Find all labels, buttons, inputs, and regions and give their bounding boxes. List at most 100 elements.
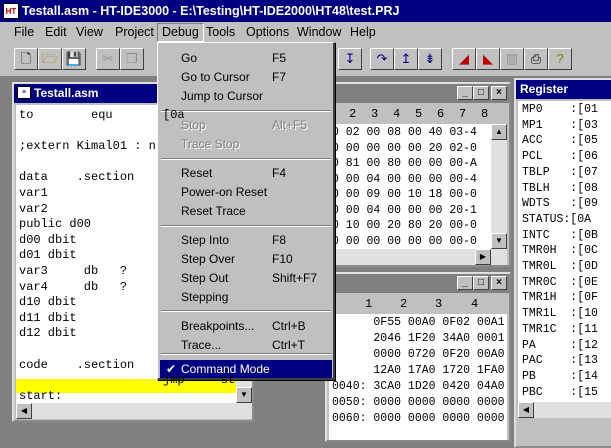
- menu-item-step-into[interactable]: Step Into F8: [160, 231, 332, 249]
- menu-item-reset-trace[interactable]: Reset Trace: [160, 202, 332, 220]
- source-line[interactable]: var2: [19, 202, 48, 216]
- trace-icon[interactable]: ▥: [500, 48, 524, 70]
- program-row[interactable]: 12A0 17A0 1720 1FA0: [332, 364, 504, 377]
- step-out-icon[interactable]: ↥: [394, 48, 418, 70]
- register-row[interactable]: WDTS :[09: [522, 197, 598, 210]
- copy-icon[interactable]: ❐: [120, 48, 144, 70]
- step-over-icon[interactable]: ↷: [370, 48, 394, 70]
- menu-item-go[interactable]: Go F5: [160, 49, 332, 67]
- ram-row[interactable]: 0 00 00 00 00 20 02-0: [332, 142, 477, 155]
- menu-item-go-to-cursor[interactable]: Go to Cursor F7: [160, 68, 332, 86]
- source-line[interactable]: d01 dbit: [19, 248, 77, 262]
- menu-item-jump-to-cursor[interactable]: Jump to Cursor: [160, 87, 332, 105]
- register-row[interactable]: TMR1L :[10: [522, 307, 598, 320]
- minimize-icon[interactable]: _: [457, 276, 473, 290]
- menu-item-trace[interactable]: Trace... Ctrl+T: [160, 336, 332, 354]
- menu-options[interactable]: Options: [246, 25, 289, 39]
- source-line[interactable]: d12 dbit: [19, 326, 77, 340]
- register-row[interactable]: MP1 :[03: [522, 119, 598, 132]
- program-row[interactable]: 0060: 0000 0000 0000 0000: [332, 412, 505, 425]
- source-line[interactable]: ;extern Kimal01 : n: [19, 139, 156, 153]
- print-icon[interactable]: ⎙: [524, 48, 548, 70]
- ram-row[interactable]: 0 81 00 80 00 00 00-A: [332, 157, 477, 170]
- source-line[interactable]: start:: [19, 389, 62, 403]
- source-line[interactable]: data .section: [19, 170, 134, 184]
- register-row[interactable]: TMR0C :[0E: [522, 276, 598, 289]
- menu-item-step-out[interactable]: Step Out Shift+F7: [160, 269, 332, 287]
- register-row[interactable]: TMR1H :[0F: [522, 291, 598, 304]
- scroll-down-icon[interactable]: ▼: [236, 387, 252, 403]
- register-row[interactable]: TMR1C :[11: [522, 323, 598, 336]
- register-row[interactable]: TMR0L :[0D: [522, 260, 598, 273]
- scroll-right-icon[interactable]: ▶: [475, 249, 491, 265]
- ram-row[interactable]: 0 02 00 08 00 40 03-4: [332, 126, 477, 139]
- register-row[interactable]: STATUS:[0A: [522, 213, 591, 226]
- source-line[interactable]: d00 dbit: [19, 233, 77, 247]
- menu-edit[interactable]: Edit: [45, 25, 67, 39]
- source-line[interactable]: d10 dbit: [19, 295, 77, 309]
- new-icon[interactable]: 🗋: [14, 48, 38, 70]
- register-row[interactable]: PA :[12: [522, 339, 598, 352]
- menu-debug[interactable]: Debug: [157, 23, 204, 42]
- register-row[interactable]: TMR0H :[0C: [522, 244, 598, 257]
- open-icon[interactable]: 🗁: [38, 48, 62, 70]
- scroll-down-icon[interactable]: ▼: [491, 233, 507, 249]
- menu-item-breakpoints[interactable]: Breakpoints... Ctrl+B: [160, 317, 332, 335]
- source-line[interactable]: var1: [19, 186, 48, 200]
- source-line[interactable]: code .section: [19, 358, 134, 372]
- menu-item-power-on-reset[interactable]: Power-on Reset: [160, 183, 332, 201]
- register-row[interactable]: PBC :[15: [522, 386, 598, 399]
- maximize-icon[interactable]: □: [473, 276, 489, 290]
- register-row[interactable]: PAC :[13: [522, 354, 598, 367]
- register-row[interactable]: PB :[14: [522, 370, 598, 383]
- menu-view[interactable]: View: [76, 25, 103, 39]
- breakpoint-clear-icon[interactable]: ◣: [476, 48, 500, 70]
- ram-horizontal-scrollbar[interactable]: ▶: [329, 249, 507, 265]
- maximize-icon[interactable]: □: [473, 86, 489, 100]
- ram-row[interactable]: 0 00 04 00 00 00 20-1: [332, 204, 477, 217]
- menu-item-stepping[interactable]: Stepping: [160, 288, 332, 306]
- register-row[interactable]: ACC :[05: [522, 134, 598, 147]
- register-row[interactable]: MP0 :[01: [522, 103, 598, 116]
- source-line[interactable]: to equ [0a: [19, 108, 185, 122]
- ram-vertical-scrollbar[interactable]: ▲ ▼: [491, 124, 507, 249]
- ram-row[interactable]: 0 00 04 00 00 00 00-4: [332, 173, 477, 186]
- register-list[interactable]: MP0 :[01 MP1 :[03 ACC :[05 PCL :[06 TBLP :[0…: [518, 101, 611, 416]
- program-data-grid[interactable]: 0F55 00A0 0F02 00A1 2046 1F20 34A0 0001 …: [329, 314, 507, 440]
- help-icon[interactable]: ?: [548, 48, 572, 70]
- menu-help[interactable]: Help: [350, 25, 376, 39]
- menu-item-reset[interactable]: Reset F4: [160, 164, 332, 182]
- program-row[interactable]: 0F55 00A0 0F02 00A1: [332, 316, 504, 329]
- close-icon[interactable]: ×: [491, 86, 507, 100]
- source-line[interactable]: var3 db ?: [19, 264, 127, 278]
- ram-row[interactable]: 0 10 00 20 80 20 00-0: [332, 219, 477, 232]
- source-line[interactable]: public d00: [19, 217, 91, 231]
- program-row[interactable]: 0000 0720 0F20 00A0: [332, 348, 504, 361]
- register-row[interactable]: TBLH :[08: [522, 182, 598, 195]
- source-line[interactable]: d11 dbit: [19, 311, 77, 325]
- register-row[interactable]: PCL :[06: [522, 150, 598, 163]
- program-row[interactable]: 0040: 3CA0 1D20 0420 04A0 0C20: [332, 380, 507, 393]
- program-row[interactable]: 2046 1F20 34A0 0001: [332, 332, 504, 345]
- source-line[interactable]: var4 db ?: [19, 280, 127, 294]
- step-icon[interactable]: ⇟: [418, 48, 442, 70]
- cut-icon[interactable]: ✂: [96, 48, 120, 70]
- save-icon[interactable]: 💾: [62, 48, 86, 70]
- breakpoint-icon[interactable]: ◢: [452, 48, 476, 70]
- register-horizontal-scrollbar[interactable]: ◀: [518, 402, 611, 418]
- scroll-up-icon[interactable]: ▲: [491, 124, 507, 140]
- ram-window-title-bar[interactable]: _ □ ×: [327, 84, 509, 103]
- menu-window[interactable]: Window: [297, 25, 341, 39]
- program-row[interactable]: 0050: 0000 0000 0000 0000: [332, 396, 505, 409]
- scroll-left-icon[interactable]: ◀: [16, 403, 32, 419]
- close-icon[interactable]: ×: [491, 276, 507, 290]
- menu-tools[interactable]: Tools: [206, 25, 235, 39]
- ram-data-grid[interactable]: 0 02 00 08 00 40 03-4 0 00 00 00 00 20 02…: [329, 124, 491, 249]
- source-line[interactable]: jmp start: [19, 373, 236, 387]
- menu-file[interactable]: File: [14, 25, 34, 39]
- step-into-icon[interactable]: ↧: [338, 48, 362, 70]
- register-window-title-bar[interactable]: Register: [516, 80, 611, 99]
- menu-item-step-over[interactable]: Step Over F10: [160, 250, 332, 268]
- ram-row[interactable]: 0 00 00 00 00 00 00-0: [332, 235, 477, 248]
- program-window-title-bar[interactable]: _ □ ×: [327, 274, 509, 293]
